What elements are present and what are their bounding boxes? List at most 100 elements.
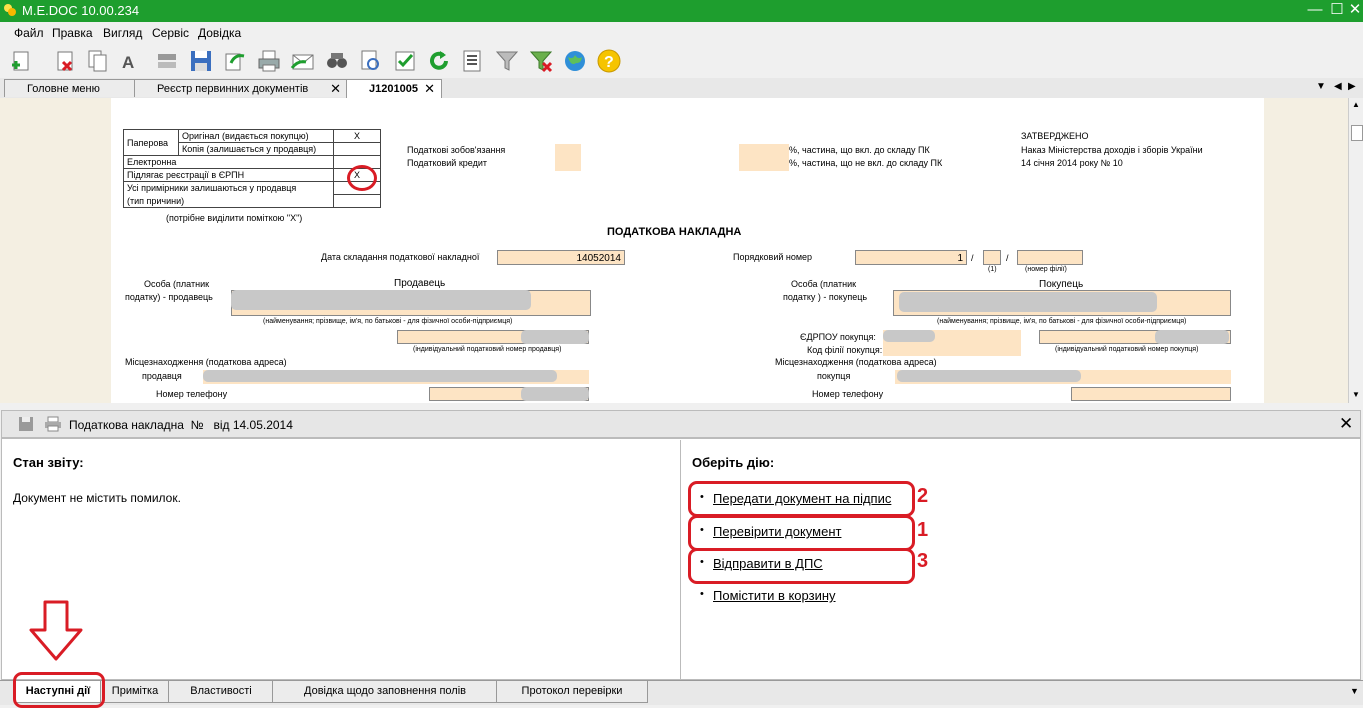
seller-name-hint: (найменування; прізвище, ім'я, по батько… [263,318,513,325]
date-field[interactable]: 14052014 [497,250,625,265]
tax-liabilities-field[interactable] [555,144,581,171]
bottom-tabs: Наступні дії Примітка Властивості Довідк… [0,680,1363,705]
new-document-icon[interactable] [9,48,35,74]
app-logo-icon [4,4,16,16]
close-panel-icon[interactable]: ✕ [1339,414,1353,434]
export-icon[interactable] [222,48,248,74]
update-globe-icon[interactable] [562,48,588,74]
svg-text:?: ? [604,54,614,71]
help-icon[interactable]: ? [596,48,622,74]
approved-label: ЗАТВЕРДЖЕНО [1021,131,1089,141]
check-document-icon[interactable] [392,48,418,74]
redacted-seller-name [231,290,531,310]
tab-note[interactable]: Примітка [100,681,170,703]
actions-heading: Оберіть дію: [692,455,775,470]
buyer-heading: Покупець [1039,279,1084,290]
buyer-branch-code-label: Код філії покупця: [807,345,883,355]
toolbar: A ? [0,42,1363,78]
tab-properties[interactable]: Властивості [168,681,274,703]
menu-edit[interactable]: Правка [52,26,93,40]
tab-j1201005[interactable]: J1201005 ✕ [346,79,442,99]
send-mail-icon[interactable] [290,48,316,74]
tab-scroll-right-icon[interactable]: ▶ [1348,81,1356,92]
redacted-buyer-edrpou [883,330,935,342]
scroll-down-icon[interactable]: ▼ [1352,390,1360,399]
close-window-icon[interactable]: ✕ [1345,0,1363,20]
status-heading: Стан звіту: [13,455,84,470]
tab-main-menu[interactable]: Головне меню [4,79,136,97]
buyer-phone-label: Номер телефону [812,389,884,399]
move-to-trash-link[interactable]: Помістити в корзину [713,588,836,603]
branch-number-field[interactable] [1017,250,1083,265]
delete-document-icon[interactable] [53,48,79,74]
buyer-location-label: Місцезнаходження (податкова адреса) [775,357,937,367]
redacted-seller-phone [521,387,589,401]
panel-divider [680,440,681,680]
maximize-icon[interactable]: ☐ [1327,0,1347,20]
seller-location-label: Місцезнаходження (податкова адреса) [125,357,287,367]
pk-percent-field[interactable] [739,144,789,171]
original-mark[interactable]: Х [333,129,381,143]
tab-scroll-left-icon[interactable]: ◀ [1334,81,1342,92]
save-icon[interactable] [188,48,214,74]
copy-mark[interactable] [333,142,381,156]
tab-field-help[interactable]: Довідка щодо заповнення полів [272,681,498,703]
tax-invoice-form: Паперова Оригінал (видається покупцю) Х … [111,98,1264,403]
scroll-thumb[interactable] [1351,125,1363,141]
copy-document-icon[interactable] [85,48,111,74]
copies-left-label: Усі примірники залишаються у продавця [123,181,334,195]
buyer-branch-code-field[interactable] [883,344,1021,356]
reason-type-field[interactable] [333,194,381,208]
tab-check-protocol[interactable]: Протокол перевірки [496,681,648,703]
seller-word-label: продавця [142,371,182,381]
buyer-phone-field[interactable] [1071,387,1231,401]
registration-label: Підлягає реєстрації в ЄРПН [123,168,334,182]
serial-slash: / [971,253,974,263]
scroll-up-icon[interactable]: ▲ [1352,100,1360,109]
print-icon[interactable] [44,416,62,432]
close-tab-icon[interactable]: ✕ [424,80,435,98]
list-view-icon[interactable] [460,48,486,74]
paper-label: Паперова [123,129,179,156]
bottom-tabs-dropdown-icon[interactable]: ▼ [1350,686,1359,696]
seller-itn-hint: (індивідуальний податковий номер продавц… [413,346,562,353]
electronic-label: Електронна [123,155,334,169]
redacted-seller-itn [521,330,589,344]
redacted-seller-address [203,370,557,382]
clear-filter-icon[interactable] [528,48,554,74]
document-scrollbar[interactable]: ▲ ▼ [1348,98,1363,403]
text-format-icon[interactable]: A [119,48,145,74]
filter-icon[interactable] [494,48,520,74]
menu-help[interactable]: Довідка [198,26,241,40]
minimize-icon[interactable]: — [1305,0,1325,20]
redacted-buyer-address [897,370,1081,382]
menu-file[interactable]: Файл [14,26,44,40]
menu-service[interactable]: Сервіс [152,26,189,40]
template-icon[interactable] [154,48,180,74]
menu-view[interactable]: Вигляд [103,26,142,40]
step-2-number: 2 [917,485,929,507]
seller-person-label-1: Особа (платник [144,279,210,289]
print-icon[interactable] [256,48,282,74]
panel-title: Податкова накладна № від 14.05.2014 [69,418,293,432]
tab-list-dropdown-icon[interactable]: ▼ [1316,81,1326,92]
serial-type-field[interactable] [983,250,1001,265]
pk-included-label: %, частина, що вкл. до складу ПК [789,145,930,155]
close-tab-icon[interactable]: ✕ [330,80,341,98]
buyer-person-label-2: податку ) - покупець [783,292,868,302]
refresh-icon[interactable] [426,48,452,74]
buyer-word-label: покупця [817,371,851,381]
document-type-table: Паперова Оригінал (видається покупцю) Х … [123,129,381,208]
step-3-number: 3 [917,550,929,572]
tab-label: Головне меню [27,83,100,95]
buyer-itn-hint: (індивідуальний податковий номер покупця… [1055,346,1199,353]
reason-type-label: (тип причини) [123,194,334,208]
serial-number-field[interactable]: 1 [855,250,967,265]
tab-primary-register[interactable]: Реєстр первинних документів ✕ [134,79,348,97]
save-icon[interactable] [18,416,34,432]
branch-number-hint: (номер філії) [1025,266,1067,273]
preview-icon[interactable] [358,48,384,74]
step-2-highlight [688,481,915,517]
find-icon[interactable] [324,48,350,74]
date-label: Дата складання податкової накладної [321,252,480,262]
